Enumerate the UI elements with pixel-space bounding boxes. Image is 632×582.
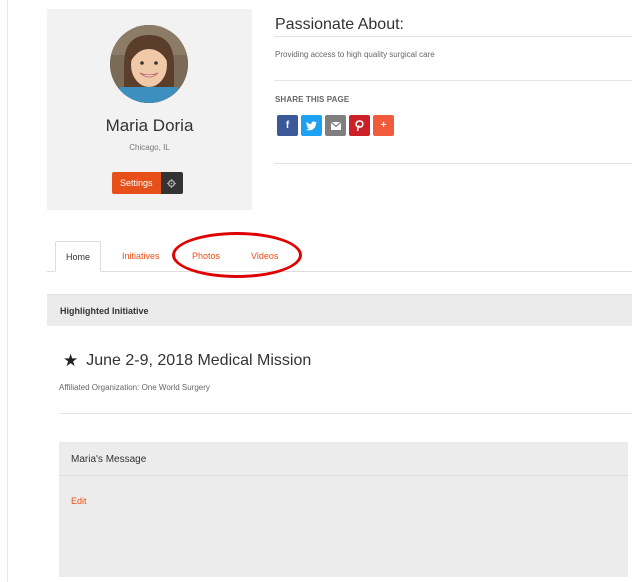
share-more-button[interactable]: +	[373, 115, 394, 136]
message-header: Maria's Message	[59, 442, 628, 476]
divider	[274, 36, 632, 37]
info-panel: Passionate About: Providing access to hi…	[274, 0, 632, 164]
highlighted-initiative-title: Highlighted Initiative	[60, 306, 149, 316]
share-label: SHARE THIS PAGE	[275, 95, 350, 104]
pinterest-icon	[355, 120, 364, 131]
avatar-image	[110, 25, 188, 103]
email-icon	[330, 121, 341, 130]
twitter-icon	[306, 120, 317, 130]
facebook-icon: f	[285, 120, 290, 131]
settings-button-group: Settings	[112, 172, 183, 194]
tabs-baseline	[47, 271, 632, 272]
message-box: Maria's Message Edit	[59, 442, 628, 577]
tab-home[interactable]: Home	[55, 241, 101, 272]
affiliated-organization: Affiliated Organization: One World Surge…	[59, 383, 210, 392]
share-twitter-button[interactable]	[301, 115, 322, 136]
avatar	[110, 25, 188, 103]
highlighted-initiative-header: Highlighted Initiative	[47, 294, 632, 326]
profile-name: Maria Doria	[105, 116, 194, 135]
settings-button[interactable]: Settings	[112, 172, 161, 194]
passion-title: Passionate About:	[275, 16, 404, 33]
divider	[59, 413, 632, 414]
share-pinterest-button[interactable]	[349, 115, 370, 136]
star-icon: ★	[63, 351, 79, 370]
gear-icon	[167, 178, 177, 188]
initiative-title-text: June 2-9, 2018 Medical Mission	[86, 352, 312, 369]
tab-initiatives[interactable]: Initiatives	[122, 251, 160, 261]
message-title: Maria's Message	[71, 454, 147, 465]
page-left-border	[7, 0, 8, 582]
share-facebook-button[interactable]: f	[277, 115, 298, 136]
share-buttons: f +	[277, 115, 394, 136]
profile-location: Chicago, IL	[129, 143, 170, 152]
tab-photos[interactable]: Photos	[192, 251, 220, 261]
profile-card: Maria Doria Chicago, IL Settings	[47, 9, 252, 210]
gear-button[interactable]	[160, 172, 183, 194]
tab-videos[interactable]: Videos	[251, 251, 278, 261]
share-email-button[interactable]	[325, 115, 346, 136]
divider	[274, 80, 632, 81]
edit-link[interactable]: Edit	[71, 496, 87, 506]
plus-icon: +	[380, 120, 387, 131]
passion-text: Providing access to high quality surgica…	[275, 50, 435, 59]
initiative-title[interactable]: ★ June 2-9, 2018 Medical Mission	[63, 351, 311, 371]
